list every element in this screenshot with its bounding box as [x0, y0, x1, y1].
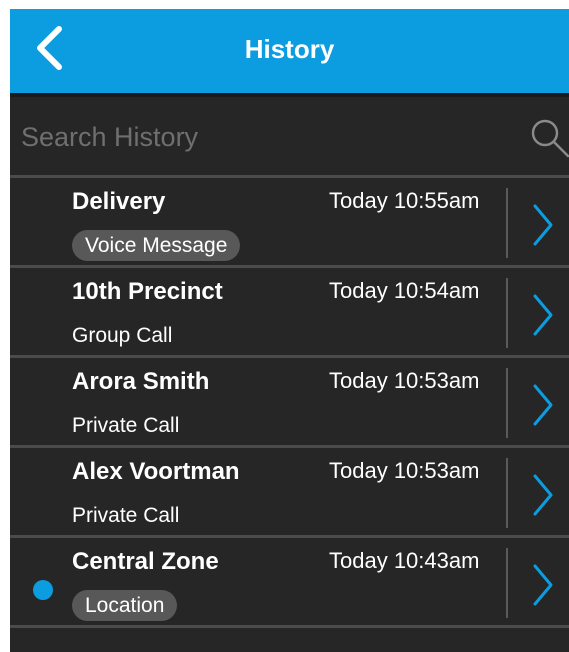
timestamp: Today 10:53am — [329, 368, 480, 393]
type-badge: Location — [72, 590, 178, 621]
type-label: Private Call — [72, 414, 180, 437]
contact-name: Delivery — [72, 188, 166, 215]
row-separator — [506, 458, 508, 528]
header-bar: History — [10, 9, 569, 93]
search-button[interactable] — [530, 119, 569, 161]
chevron-right-icon[interactable] — [530, 473, 556, 517]
history-row[interactable]: Delivery Today 10:55am Voice Message — [10, 178, 569, 265]
history-row[interactable]: Central Zone Today 10:43am Location — [10, 538, 569, 625]
chevron-right-icon[interactable] — [530, 203, 556, 247]
row-separator — [506, 278, 508, 348]
contact-name: Central Zone — [72, 548, 219, 575]
type-label: Group Call — [72, 324, 173, 347]
contact-name: Arora Smith — [72, 368, 210, 395]
page-title: History — [244, 34, 335, 64]
history-row[interactable]: Arora Smith Today 10:53am Private Call — [10, 358, 569, 445]
type-badge: Voice Message — [72, 230, 241, 261]
search-icon — [531, 119, 569, 158]
unread-indicator — [33, 580, 53, 600]
row-divider — [10, 625, 569, 628]
timestamp: Today 10:43am — [329, 548, 480, 573]
type-label: Private Call — [72, 504, 180, 527]
contact-name: 10th Precinct — [72, 278, 223, 305]
row-separator — [506, 548, 508, 618]
chevron-right-icon[interactable] — [530, 563, 556, 607]
chevron-right-icon[interactable] — [530, 293, 556, 337]
timestamp: Today 10:54am — [329, 278, 480, 303]
timestamp: Today 10:53am — [329, 458, 480, 483]
chevron-right-icon[interactable] — [530, 383, 556, 427]
history-row[interactable]: Alex Voortman Today 10:53am Private Call — [10, 448, 569, 535]
row-separator — [506, 188, 508, 258]
search-bar — [10, 97, 569, 175]
contact-name: Alex Voortman — [72, 458, 240, 485]
search-input[interactable] — [21, 117, 501, 157]
timestamp: Today 10:55am — [329, 188, 480, 213]
row-separator — [506, 368, 508, 438]
history-row[interactable]: 10th Precinct Today 10:54am Group Call — [10, 268, 569, 355]
history-screen: History Delivery Today 10:55am Voice Messa… — [10, 9, 569, 652]
